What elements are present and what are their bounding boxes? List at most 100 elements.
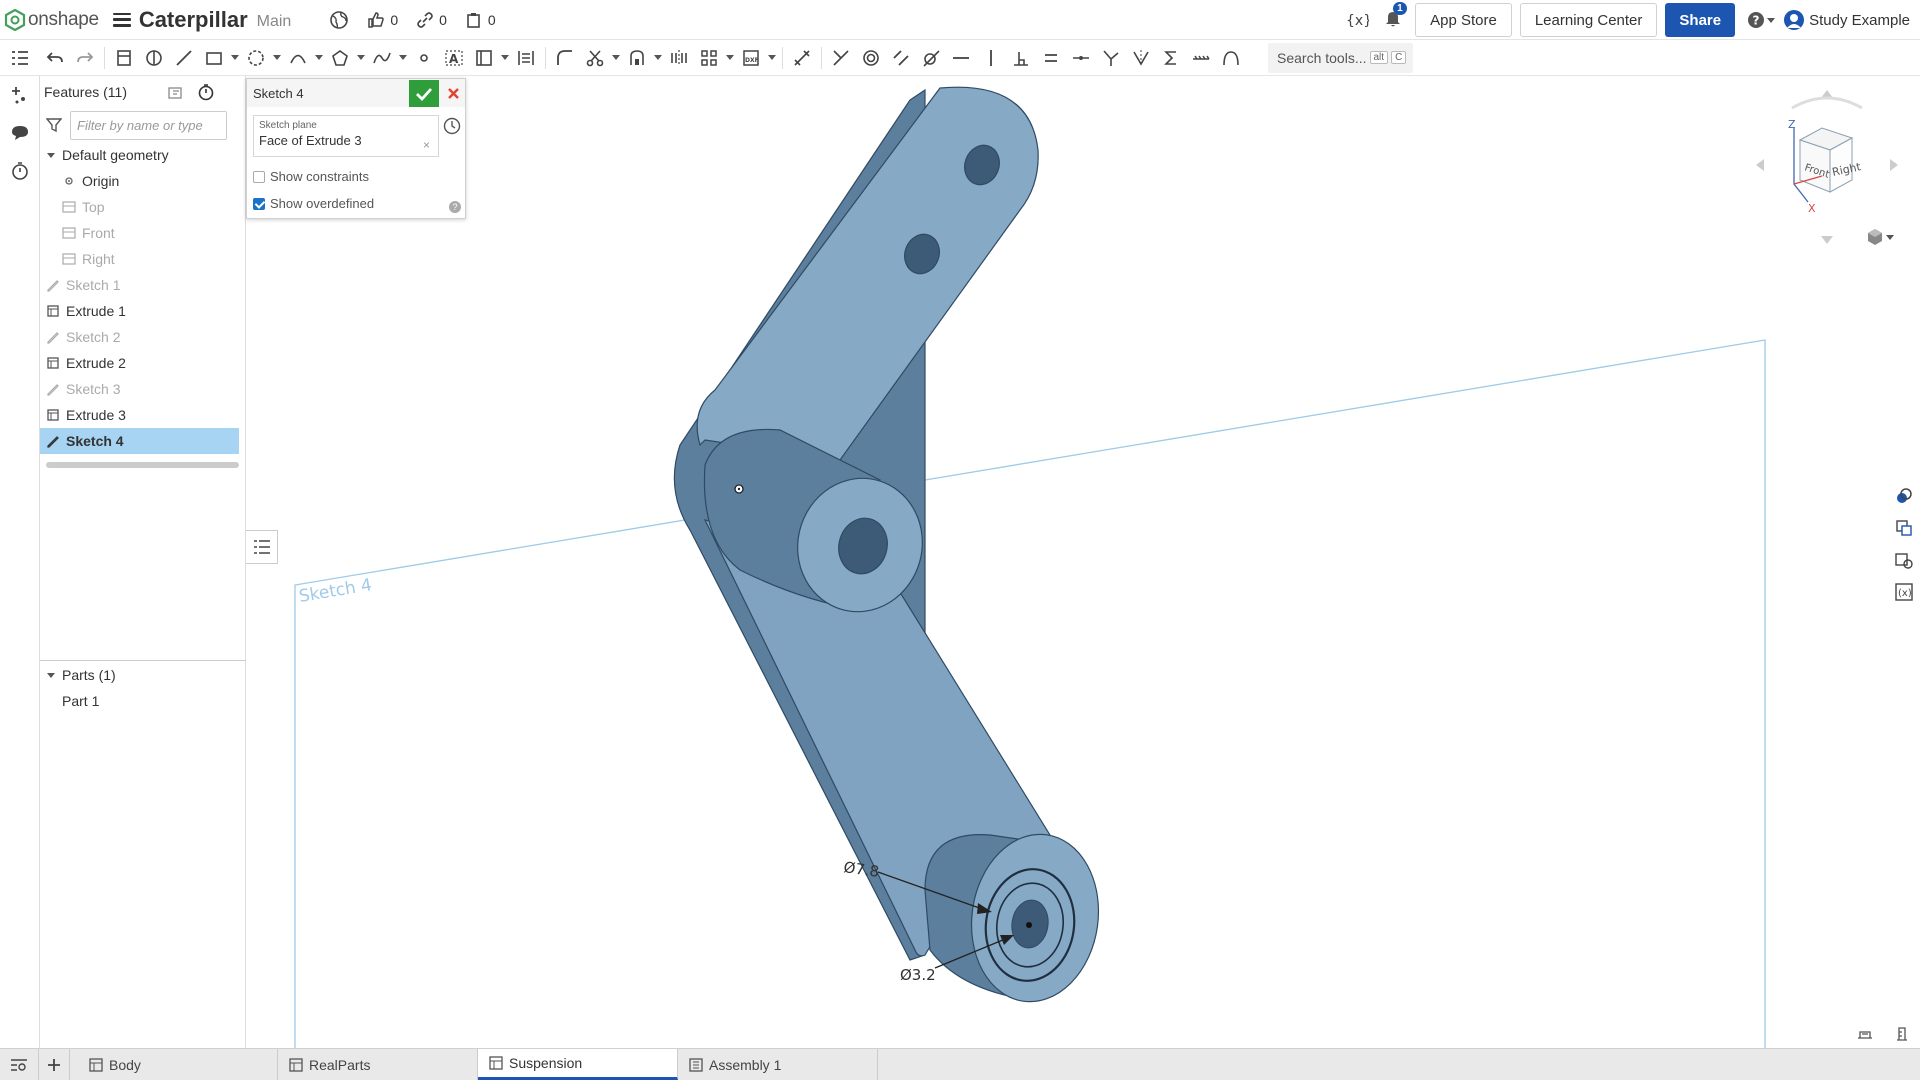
dimension-tool[interactable] xyxy=(787,43,817,73)
tab-manager-button[interactable] xyxy=(0,1057,38,1073)
circle-dropdown[interactable] xyxy=(271,43,283,73)
copies-count[interactable]: 0 xyxy=(465,11,496,29)
comments-button[interactable] xyxy=(0,114,40,152)
spline-tool[interactable] xyxy=(367,43,397,73)
trim-tool[interactable] xyxy=(580,43,610,73)
globe-icon[interactable] xyxy=(329,10,349,30)
tree-item-extrude-3[interactable]: Extrude 3 xyxy=(40,402,245,428)
dxf-import-tool[interactable]: DXF xyxy=(736,43,766,73)
dimension-outer-label[interactable]: Ø7.8 xyxy=(842,858,880,881)
tree-item-top[interactable]: Top xyxy=(40,194,245,220)
point-tool[interactable] xyxy=(409,43,439,73)
insert-feature-button[interactable] xyxy=(0,76,40,114)
intersection-button[interactable] xyxy=(139,43,169,73)
parts-group[interactable]: Parts (1) xyxy=(40,662,246,688)
tab-assembly-1[interactable]: Assembly 1 xyxy=(678,1049,878,1080)
offset-dropdown[interactable] xyxy=(652,43,664,73)
feature-list-toggle[interactable] xyxy=(0,43,40,73)
rotate-arc-icon[interactable] xyxy=(1791,96,1863,110)
symmetric-constraint[interactable] xyxy=(1126,43,1156,73)
undo-button[interactable] xyxy=(40,43,70,73)
filter-input[interactable]: Filter by name or type xyxy=(70,110,227,140)
view-arrow-down-icon[interactable] xyxy=(1821,236,1833,244)
spline-dropdown[interactable] xyxy=(397,43,409,73)
tangent-constraint[interactable] xyxy=(916,43,946,73)
view-options-button[interactable] xyxy=(1866,222,1896,252)
tree-item-sketch-4[interactable]: Sketch 4 xyxy=(40,428,239,454)
view-arrow-left-icon[interactable] xyxy=(1756,159,1764,171)
concentric-constraint[interactable] xyxy=(856,43,886,73)
search-tools-input[interactable]: Search tools... alt C xyxy=(1268,42,1413,73)
use-button[interactable] xyxy=(109,43,139,73)
tree-item-sketch-3[interactable]: Sketch 3 xyxy=(40,376,245,402)
tree-item-sketch-2[interactable]: Sketch 2 xyxy=(40,324,245,350)
user-menu[interactable]: Study Example xyxy=(1783,9,1910,31)
equal-constraint[interactable] xyxy=(1036,43,1066,73)
add-tab-button[interactable] xyxy=(38,1049,70,1080)
circle-tool[interactable] xyxy=(241,43,271,73)
tab-body[interactable]: Body xyxy=(78,1049,278,1080)
fix-constraint[interactable] xyxy=(1186,43,1216,73)
menu-icon[interactable] xyxy=(112,12,131,27)
measure-icon[interactable] xyxy=(1894,1026,1910,1042)
variable-studio-icon[interactable]: {x} xyxy=(1345,9,1369,31)
branch-name[interactable]: Main xyxy=(257,13,292,31)
pattern-tool[interactable] xyxy=(694,43,724,73)
tree-item-origin[interactable]: Origin xyxy=(40,168,245,194)
mirror-tool[interactable] xyxy=(664,43,694,73)
app-store-button[interactable]: App Store xyxy=(1415,3,1512,37)
dxf-dropdown[interactable] xyxy=(766,43,778,73)
configurations-button[interactable] xyxy=(1888,544,1920,576)
likes-count[interactable]: 0 xyxy=(367,11,398,29)
part-upper-arm[interactable] xyxy=(696,86,1039,461)
dimension-inner-label[interactable]: Ø3.2 xyxy=(900,966,936,984)
construction-tool[interactable] xyxy=(511,43,541,73)
parallel-constraint[interactable] xyxy=(886,43,916,73)
graphics-viewport[interactable]: Sketch 4 Ø7.8 Ø3.2 xyxy=(247,76,1883,1048)
coincident-constraint[interactable] xyxy=(826,43,856,73)
line-tool[interactable] xyxy=(169,43,199,73)
midpoint-constraint[interactable] xyxy=(1066,43,1096,73)
image-dropdown[interactable] xyxy=(499,43,511,73)
part-item[interactable]: Part 1 xyxy=(40,688,246,714)
section-view-icon[interactable] xyxy=(1856,1026,1874,1042)
text-tool[interactable]: A xyxy=(439,43,469,73)
arc-tool[interactable] xyxy=(283,43,313,73)
pattern-dropdown[interactable] xyxy=(724,43,736,73)
notifications-button[interactable]: 1 xyxy=(1383,1,1407,33)
vertical-constraint[interactable] xyxy=(976,43,1006,73)
help-menu[interactable]: ? xyxy=(1747,5,1777,35)
trim-dropdown[interactable] xyxy=(610,43,622,73)
history-button[interactable] xyxy=(0,152,40,190)
tab-realparts[interactable]: RealParts xyxy=(278,1049,478,1080)
polygon-dropdown[interactable] xyxy=(355,43,367,73)
appearance-panel-button[interactable] xyxy=(1888,480,1920,512)
share-button[interactable]: Share xyxy=(1665,3,1736,37)
mass-properties-button[interactable] xyxy=(1888,512,1920,544)
default-geometry-group[interactable]: Default geometry xyxy=(40,142,245,168)
curvature-constraint[interactable] xyxy=(1216,43,1246,73)
learning-center-button[interactable]: Learning Center xyxy=(1519,3,1658,37)
links-count[interactable]: 0 xyxy=(416,11,447,29)
polygon-tool[interactable] xyxy=(325,43,355,73)
horizontal-constraint[interactable] xyxy=(946,43,976,73)
offset-tool[interactable] xyxy=(622,43,652,73)
rollback-icon[interactable] xyxy=(167,84,185,100)
variables-button[interactable]: (x) xyxy=(1888,576,1920,608)
tree-item-sketch-1[interactable]: Sketch 1 xyxy=(40,272,245,298)
fillet-tool[interactable] xyxy=(550,43,580,73)
rectangle-tool[interactable] xyxy=(199,43,229,73)
view-arrow-right-icon[interactable] xyxy=(1890,159,1898,171)
document-title[interactable]: Caterpillar xyxy=(139,7,248,33)
redo-button[interactable] xyxy=(70,43,100,73)
rollback-bar[interactable] xyxy=(46,462,239,468)
stopwatch-icon[interactable] xyxy=(197,83,215,101)
tree-item-extrude-1[interactable]: Extrude 1 xyxy=(40,298,245,324)
tree-item-front[interactable]: Front xyxy=(40,220,245,246)
filter-icon[interactable] xyxy=(46,117,62,133)
tree-item-extrude-2[interactable]: Extrude 2 xyxy=(40,350,245,376)
brand[interactable]: onshape xyxy=(4,8,99,31)
normal-constraint[interactable] xyxy=(1096,43,1126,73)
tab-suspension[interactable]: Suspension xyxy=(478,1049,678,1080)
arc-dropdown[interactable] xyxy=(313,43,325,73)
